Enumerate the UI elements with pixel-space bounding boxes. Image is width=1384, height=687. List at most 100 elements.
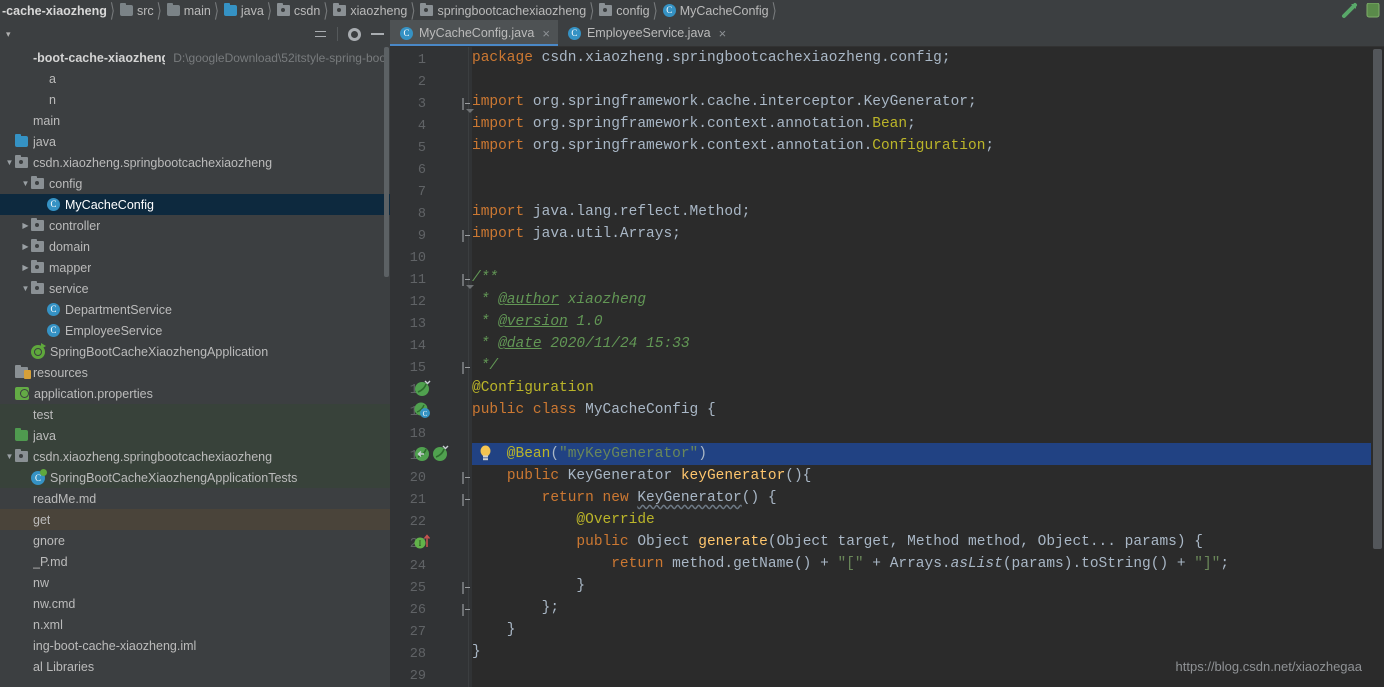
chevron-down-icon[interactable]: [20, 284, 31, 293]
tree-item[interactable]: C EmployeeService: [0, 320, 390, 341]
tree-item[interactable]: C DepartmentService: [0, 299, 390, 320]
chevron-down-icon[interactable]: [4, 158, 15, 167]
scrollbar-thumb[interactable]: [1373, 49, 1382, 549]
project-tree-scrollbar[interactable]: [383, 47, 390, 687]
tree-item[interactable]: test: [0, 404, 390, 425]
tree-item[interactable]: config: [0, 173, 390, 194]
breadcrumb-item-xiaozheng[interactable]: xiaozheng: [329, 0, 409, 21]
tree-item[interactable]: main: [0, 110, 390, 131]
code-line[interactable]: import java.lang.reflect.Method;: [472, 201, 750, 223]
close-icon[interactable]: ×: [542, 26, 550, 41]
spring-config-class-icon[interactable]: C: [414, 402, 431, 419]
tree-item[interactable]: C SpringBootCacheXiaozhengApplicationTest…: [0, 467, 390, 488]
code-line[interactable]: }: [472, 619, 516, 641]
spring-bean-check-icon[interactable]: [432, 445, 449, 462]
tree-item[interactable]: nw: [0, 572, 390, 593]
tree-item[interactable]: al Libraries: [0, 656, 390, 677]
chevron-down-icon[interactable]: [4, 452, 15, 461]
project-tree[interactable]: -boot-cache-xiaozheng D:\googleDownload\5…: [0, 47, 390, 687]
code-line[interactable]: [472, 179, 481, 201]
run-icon[interactable]: [1341, 2, 1359, 19]
tree-item[interactable]: -boot-cache-xiaozheng D:\googleDownload\5…: [0, 47, 390, 68]
tree-item[interactable]: n.xml: [0, 614, 390, 635]
tree-item[interactable]: mapper: [0, 257, 390, 278]
code-line[interactable]: [472, 421, 481, 443]
tree-item[interactable]: csdn.xiaozheng.springbootcachexiaozheng: [0, 446, 390, 467]
tree-item[interactable]: nw.cmd: [0, 593, 390, 614]
code-line[interactable]: [472, 69, 481, 91]
tree-item[interactable]: _P.md: [0, 551, 390, 572]
chevron-right-icon[interactable]: [20, 263, 31, 272]
settings-gear-icon[interactable]: [348, 27, 361, 41]
editor-tab-mycacheconfig[interactable]: C MyCacheConfig.java ×: [390, 20, 558, 46]
breadcrumb-item-springbootcachexiaozheng[interactable]: springbootcachexiaozheng: [416, 0, 588, 21]
code-line[interactable]: }: [472, 641, 481, 663]
code-line[interactable]: [472, 663, 481, 685]
code-line[interactable]: import java.util.Arrays;: [472, 223, 681, 245]
breadcrumb-item-mycacheconfig[interactable]: C MyCacheConfig: [659, 0, 771, 21]
tree-item[interactable]: n: [0, 89, 390, 110]
breadcrumb-item-src[interactable]: src: [116, 0, 156, 21]
code-line[interactable]: }: [472, 575, 585, 597]
code-line[interactable]: public Object generate(Object target, Me…: [472, 531, 1203, 553]
code-line[interactable]: * @version 1.0: [472, 311, 603, 333]
tree-item[interactable]: C MyCacheConfig: [0, 194, 390, 215]
tree-item[interactable]: java: [0, 425, 390, 446]
code-line[interactable]: import org.springframework.context.annot…: [472, 135, 994, 157]
spring-bean-icon[interactable]: [414, 380, 431, 397]
code-line[interactable]: /**: [472, 267, 498, 289]
breadcrumb-item-java[interactable]: java: [220, 0, 266, 21]
code-line[interactable]: public class MyCacheConfig {: [472, 399, 716, 421]
code-line[interactable]: package csdn.xiaozheng.springbootcachexi…: [472, 47, 951, 69]
tree-item[interactable]: java: [0, 131, 390, 152]
tree-item[interactable]: ing-boot-cache-xiaozheng.iml: [0, 635, 390, 656]
breadcrumb-item-main[interactable]: main: [163, 0, 213, 21]
collapse-all-icon[interactable]: [314, 28, 327, 41]
editor-tab-employeeservice[interactable]: C EmployeeService.java ×: [558, 20, 734, 46]
tree-item[interactable]: controller: [0, 215, 390, 236]
tree-item[interactable]: csdn.xiaozheng.springbootcachexiaozheng: [0, 152, 390, 173]
stop-icon[interactable]: [1366, 3, 1380, 18]
code-line[interactable]: @Configuration: [472, 377, 594, 399]
none: [15, 534, 28, 547]
line-number: 10: [409, 251, 426, 266]
tree-item[interactable]: readMe.md: [0, 488, 390, 509]
code-lines[interactable]: package csdn.xiaozheng.springbootcachexi…: [472, 47, 1384, 687]
tree-item[interactable]: gnore: [0, 530, 390, 551]
code-line[interactable]: return method.getName() + "[" + Arrays.a…: [472, 553, 1229, 575]
scrollbar-thumb[interactable]: [384, 47, 389, 277]
tree-item[interactable]: application.properties: [0, 383, 390, 404]
tree-item[interactable]: resources: [0, 362, 390, 383]
code-line[interactable]: @Override: [472, 509, 654, 531]
tree-item[interactable]: SpringBootCacheXiaozhengApplication: [0, 341, 390, 362]
code-line[interactable]: */: [472, 355, 498, 377]
close-icon[interactable]: ×: [719, 26, 727, 41]
minimize-icon[interactable]: [371, 33, 384, 35]
tree-item[interactable]: domain: [0, 236, 390, 257]
tree-item[interactable]: service: [0, 278, 390, 299]
spring-bean-navigate-icon[interactable]: [414, 445, 431, 462]
code-line[interactable]: [472, 157, 481, 179]
code-line[interactable]: @Bean("myKeyGenerator"): [472, 443, 707, 465]
breadcrumb-item-config[interactable]: config: [595, 0, 651, 21]
editor-scrollbar[interactable]: [1371, 47, 1384, 687]
implementing-method-icon[interactable]: I: [414, 533, 431, 550]
chevron-right-icon[interactable]: [20, 221, 31, 230]
breadcrumb-item-project[interactable]: -cache-xiaozheng: [0, 0, 109, 21]
code-line[interactable]: [472, 245, 481, 267]
code-editor[interactable]: 1234567891011121314151617181920212223242…: [390, 47, 1384, 687]
code-line[interactable]: public KeyGenerator keyGenerator(){: [472, 465, 812, 487]
tree-item[interactable]: a: [0, 68, 390, 89]
code-line[interactable]: import org.springframework.cache.interce…: [472, 91, 977, 113]
tree-item[interactable]: get: [0, 509, 390, 530]
code-line[interactable]: * @author xiaozheng: [472, 289, 646, 311]
code-line[interactable]: * @date 2020/11/24 15:33: [472, 333, 690, 355]
chevron-down-icon[interactable]: [20, 179, 31, 188]
code-line[interactable]: import org.springframework.context.annot…: [472, 113, 916, 135]
breadcrumb-item-csdn[interactable]: csdn: [273, 0, 322, 21]
chevron-right-icon[interactable]: [20, 242, 31, 251]
code-line[interactable]: };: [472, 597, 559, 619]
editor-gutter[interactable]: 1234567891011121314151617181920212223242…: [390, 47, 472, 687]
code-line[interactable]: return new KeyGenerator() {: [472, 487, 777, 509]
chevron-down-icon[interactable]: ▾: [6, 29, 11, 40]
